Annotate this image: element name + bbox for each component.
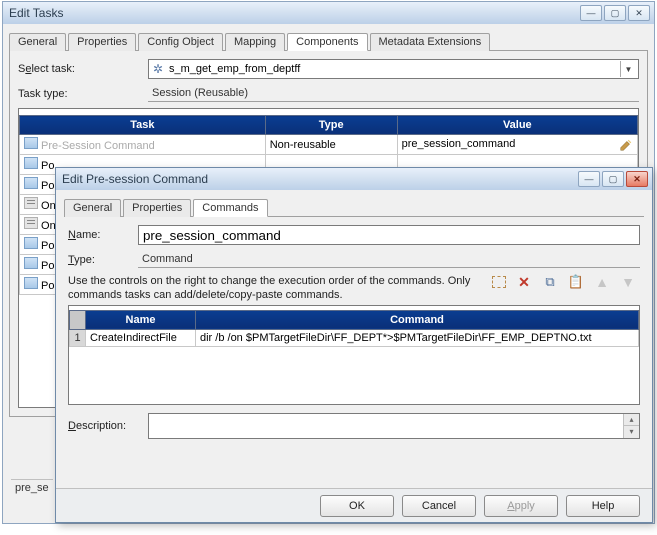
task-type-value: Session (Reusable)	[148, 85, 639, 102]
delete-icon[interactable]: ✕	[516, 274, 532, 290]
command-icon	[24, 217, 38, 229]
scroll-up-icon[interactable]: ▴	[624, 414, 639, 426]
description-label: Description:	[68, 420, 148, 432]
col-rownum	[70, 310, 86, 329]
edit-tasks-tabstrip: GeneralPropertiesConfig ObjectMappingCom…	[9, 32, 648, 51]
col-type: Type	[265, 116, 397, 135]
table-row[interactable]: Pre-Session Command Non-reusable pre_sessi…	[20, 135, 638, 155]
tab-properties[interactable]: Properties	[123, 199, 191, 217]
tab-metadata-extensions[interactable]: Metadata Extensions	[370, 33, 491, 51]
col-command: Command	[196, 310, 639, 329]
presession-title: Edit Pre-session Command	[60, 172, 578, 186]
session-icon: ✲	[151, 62, 165, 76]
presession-tabstrip: GeneralPropertiesCommands	[64, 198, 644, 217]
close-button[interactable]: ✕	[626, 171, 648, 187]
value-text: pre_session_command	[402, 138, 516, 150]
row-number: 1	[70, 329, 86, 346]
commands-grid: NameCommand 1CreateIndirectFiledir /b /o…	[69, 310, 639, 347]
close-button[interactable]: ✕	[628, 5, 650, 21]
task-name: On	[38, 220, 56, 232]
type-cell: Non-reusable	[265, 135, 397, 155]
edit-tasks-title: Edit Tasks	[7, 6, 580, 20]
col-task: Task	[20, 116, 266, 135]
command-row[interactable]: 1CreateIndirectFiledir /b /on $PMTargetF…	[70, 329, 639, 346]
maximize-button[interactable]: ▢	[604, 5, 626, 21]
tab-mapping[interactable]: Mapping	[225, 33, 285, 51]
edit-presession-window: Edit Pre-session Command — ▢ ✕ GeneralPr…	[55, 167, 653, 523]
presession-client: GeneralPropertiesCommands Name: Type: Co…	[56, 190, 652, 488]
tab-components[interactable]: Components	[287, 33, 367, 51]
edit-tasks-titlebar[interactable]: Edit Tasks — ▢ ✕	[3, 2, 654, 24]
task-name: Po	[38, 280, 55, 292]
task-icon	[24, 157, 38, 169]
description-scrollbar[interactable]: ▴ ▾	[623, 414, 639, 438]
instructions-text: Use the controls on the right to change …	[68, 274, 492, 303]
tab-commands[interactable]: Commands	[193, 199, 267, 217]
task-icon	[24, 137, 38, 149]
minimize-button[interactable]: —	[580, 5, 602, 21]
select-task-label: Select task:	[18, 63, 148, 75]
select-task-value: s_m_get_emp_from_deptff	[169, 63, 620, 75]
task-name: Po	[38, 160, 55, 172]
task-name: Po	[38, 260, 55, 272]
tab-config-object[interactable]: Config Object	[138, 33, 223, 51]
type-value: Command	[138, 251, 640, 268]
help-button[interactable]: Help	[566, 495, 640, 517]
task-icon	[24, 277, 38, 289]
edit-icon[interactable]	[619, 138, 633, 152]
move-down-icon[interactable]: ▼	[620, 274, 636, 290]
col-name: Name	[86, 310, 196, 329]
commands-grid-wrap: NameCommand 1CreateIndirectFiledir /b /o…	[68, 305, 640, 405]
select-task-combo[interactable]: ✲ s_m_get_emp_from_deptff ▼	[148, 59, 639, 79]
tab-general[interactable]: General	[64, 199, 121, 217]
cutoff-label: pre_se	[11, 479, 53, 496]
name-label: Name:	[68, 229, 138, 241]
task-name: On	[38, 200, 56, 212]
commands-toolbar: ✕ ⧉ 📋 ▲ ▼	[492, 274, 640, 290]
name-input[interactable]	[138, 225, 640, 245]
cancel-button[interactable]: Cancel	[402, 495, 476, 517]
tab-general[interactable]: General	[9, 33, 66, 51]
col-value: Value	[397, 116, 637, 135]
task-type-label: Task type:	[18, 88, 148, 100]
description-value	[149, 414, 623, 438]
task-icon	[24, 257, 38, 269]
task-cell: Pre-Session Command	[20, 135, 266, 155]
type-label: Type:	[68, 254, 138, 266]
chevron-down-icon[interactable]: ▼	[620, 61, 636, 77]
ok-button[interactable]: OK	[320, 495, 394, 517]
description-input[interactable]: ▴ ▾	[148, 413, 640, 439]
presession-buttonbar: OK Cancel Apply Help	[56, 488, 652, 522]
minimize-button[interactable]: —	[578, 171, 600, 187]
task-name: Po	[38, 240, 55, 252]
value-cell[interactable]: pre_session_command	[397, 135, 637, 155]
presession-titlebar[interactable]: Edit Pre-session Command — ▢ ✕	[56, 168, 652, 190]
add-icon[interactable]	[492, 276, 506, 288]
task-name: Pre-Session Command	[38, 140, 155, 152]
maximize-button[interactable]: ▢	[602, 171, 624, 187]
move-up-icon[interactable]: ▲	[594, 274, 610, 290]
scroll-down-icon[interactable]: ▾	[624, 425, 639, 438]
command-text-cell[interactable]: dir /b /on $PMTargetFileDir\FF_DEPT*>$PM…	[196, 329, 639, 346]
task-icon	[24, 177, 38, 189]
apply-button[interactable]: Apply	[484, 495, 558, 517]
paste-icon[interactable]: 📋	[568, 274, 584, 290]
task-icon	[24, 237, 38, 249]
tab-properties[interactable]: Properties	[68, 33, 136, 51]
command-name-cell[interactable]: CreateIndirectFile	[86, 329, 196, 346]
copy-icon[interactable]: ⧉	[542, 274, 558, 290]
command-icon	[24, 197, 38, 209]
task-name: Po	[38, 180, 55, 192]
